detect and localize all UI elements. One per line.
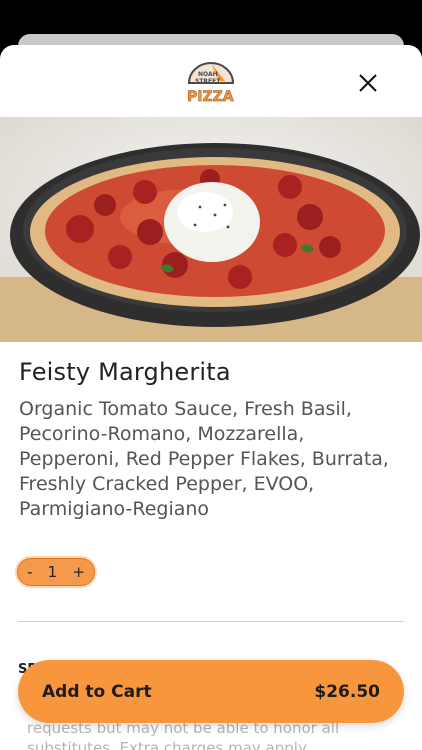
add-to-cart-label: Add to Cart — [42, 681, 152, 702]
increment-button[interactable]: + — [69, 563, 88, 581]
cart-price: $26.50 — [314, 681, 380, 702]
svg-text:NOAH: NOAH — [198, 71, 218, 78]
item-description: Organic Tomato Sauce, Fresh Basil, Pecor… — [19, 398, 389, 520]
close-icon — [359, 74, 377, 92]
item-photo — [0, 117, 422, 342]
svg-text:PIZZA: PIZZA — [187, 89, 234, 105]
item-modal: NOAH STREET PIZZA Feisty Margherita Orga… — [0, 45, 422, 750]
divider — [18, 621, 404, 622]
close-button[interactable] — [352, 67, 384, 99]
decrement-button[interactable]: - — [24, 563, 35, 581]
quantity-stepper: - 1 + — [17, 558, 95, 586]
item-title: Feisty Margherita — [19, 358, 231, 386]
brand-logo: NOAH STREET PIZZA — [185, 59, 237, 105]
add-to-cart-button[interactable]: Add to Cart $26.50 — [18, 660, 404, 723]
svg-text:STREET: STREET — [195, 78, 221, 85]
modal-header: NOAH STREET PIZZA — [0, 45, 422, 117]
quantity-value: 1 — [47, 563, 58, 581]
